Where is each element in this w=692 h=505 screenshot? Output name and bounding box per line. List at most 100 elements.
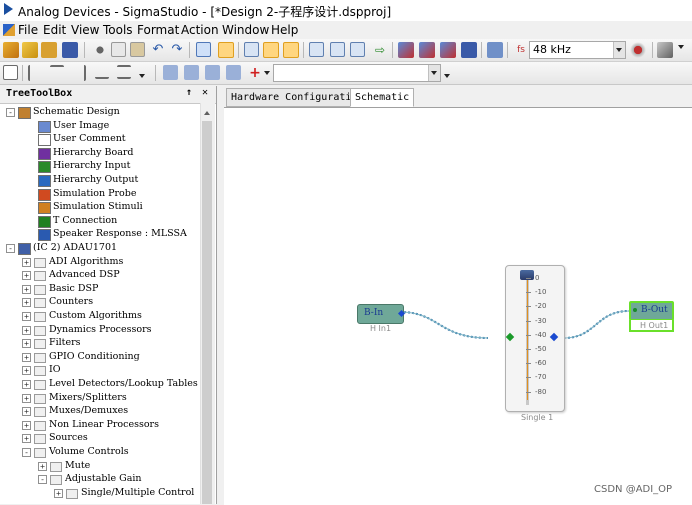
expand-icon[interactable]: +: [22, 271, 31, 281]
collapse-icon[interactable]: -: [6, 244, 15, 253]
main-toolbar: ↶ ↷ ⇨ fs 48 kHz: [0, 39, 692, 62]
font-italic-icon[interactable]: [184, 65, 199, 80]
menu-tools[interactable]: Tools: [103, 23, 133, 37]
menu-view[interactable]: View: [71, 23, 99, 37]
toolbar-overflow-icon[interactable]: [678, 45, 684, 49]
font-color-icon[interactable]: [205, 65, 220, 80]
cut-icon[interactable]: [92, 42, 108, 58]
font-bold-icon[interactable]: [163, 65, 178, 80]
menu-action[interactable]: Action: [181, 23, 219, 37]
align-bottom-icon[interactable]: [95, 65, 109, 79]
tree-item-label: Custom Algorithms: [49, 310, 142, 321]
hierarchy-board-icon: [38, 147, 51, 160]
chevron-down-icon[interactable]: [613, 42, 625, 58]
expand-icon[interactable]: +: [22, 339, 31, 349]
toggle-toolbox-icon[interactable]: [218, 42, 234, 58]
scrollbar-thumb[interactable]: [202, 121, 212, 504]
toolbar-overflow-icon[interactable]: [444, 74, 450, 78]
volume-scale-label: -40: [535, 330, 547, 339]
wire-in-glow: [399, 311, 489, 339]
expand-icon[interactable]: +: [22, 393, 31, 403]
window-tile-icon[interactable]: [309, 42, 324, 57]
open-folder-icon[interactable]: [22, 42, 38, 58]
format-select[interactable]: [273, 64, 441, 82]
tab-hardware-configuration[interactable]: Hardware Configuration: [226, 88, 369, 107]
download-icon[interactable]: [440, 42, 456, 58]
collapse-icon[interactable]: -: [38, 475, 47, 485]
toolbar-overflow-icon[interactable]: [139, 74, 145, 78]
fill-color-icon[interactable]: [226, 65, 241, 80]
wire-in[interactable]: [399, 311, 489, 339]
layout-icon[interactable]: [244, 42, 259, 57]
output-block[interactable]: B-Out: [629, 301, 674, 321]
menu-bar: File Edit View Tools Format Action Windo…: [0, 21, 692, 39]
save-eeprom-icon[interactable]: [461, 42, 477, 58]
link-compile-icon[interactable]: [398, 42, 414, 58]
collapse-icon[interactable]: -: [22, 448, 31, 457]
align-right-icon[interactable]: [72, 65, 86, 81]
expand-icon[interactable]: +: [38, 461, 47, 471]
open-recent-icon[interactable]: [41, 42, 57, 58]
output-pin-icon[interactable]: [633, 308, 637, 312]
add-icon[interactable]: +: [247, 65, 263, 81]
window-stack-icon[interactable]: [350, 42, 365, 57]
menu-format[interactable]: Format: [137, 23, 179, 37]
expand-icon[interactable]: +: [22, 407, 31, 417]
expand-icon[interactable]: +: [22, 420, 31, 430]
menu-window[interactable]: Window: [222, 23, 269, 37]
expand-icon[interactable]: +: [22, 352, 31, 362]
expand-icon[interactable]: +: [22, 380, 31, 389]
distribute-icon[interactable]: [117, 65, 131, 79]
volume-scale-tick: [526, 363, 531, 365]
expand-icon[interactable]: +: [22, 434, 31, 444]
layout-active-icon[interactable]: [263, 42, 279, 58]
paste-icon[interactable]: [130, 42, 145, 57]
layout-active-2-icon[interactable]: [283, 42, 299, 58]
expand-icon[interactable]: +: [22, 312, 31, 321]
tools-icon[interactable]: [657, 42, 673, 58]
chevron-down-icon[interactable]: [428, 65, 440, 81]
save-icon[interactable]: [62, 42, 78, 58]
sample-rate-select[interactable]: 48 kHz: [529, 41, 626, 59]
tab-schematic[interactable]: Schematic: [350, 88, 415, 107]
wires: [399, 310, 630, 339]
volume-scale-label: -10: [535, 288, 547, 297]
expand-icon[interactable]: +: [22, 257, 31, 267]
align-left-icon[interactable]: [28, 65, 42, 81]
link-download-icon[interactable]: [419, 42, 435, 58]
align-icon[interactable]: [3, 65, 18, 80]
menu-file[interactable]: File: [18, 23, 38, 37]
tree-item-label: Advanced DSP: [49, 269, 120, 281]
close-icon[interactable]: ✕: [202, 87, 208, 98]
scroll-up-icon[interactable]: [204, 111, 210, 115]
expand-icon[interactable]: +: [54, 488, 63, 498]
expand-icon[interactable]: +: [22, 284, 31, 294]
compile-icon[interactable]: ⇨: [372, 42, 388, 58]
collapse-icon[interactable]: -: [6, 108, 15, 117]
schematic-canvas[interactable]: B-In H In1 0 -10 -20 -30 -40 -50 -60 -70 -80 Sin…: [224, 107, 692, 505]
wire-out-glow: [563, 310, 630, 339]
view-panel-icon[interactable]: [196, 42, 211, 57]
settings-gear-icon[interactable]: [630, 42, 646, 58]
document-icon[interactable]: [3, 24, 15, 36]
input-pin-icon[interactable]: [397, 309, 406, 318]
add-dropdown-icon[interactable]: [264, 71, 270, 75]
expand-icon[interactable]: +: [22, 325, 31, 335]
pin-icon[interactable]: ↑: [186, 87, 192, 98]
input-block[interactable]: B-In: [357, 304, 406, 324]
undo-icon[interactable]: ↶: [150, 42, 166, 58]
output-block-label: B-Out: [641, 305, 668, 315]
copy-icon[interactable]: [111, 42, 126, 57]
redo-icon[interactable]: ↷: [169, 42, 185, 58]
window-split-icon[interactable]: [330, 42, 345, 57]
align-top-icon[interactable]: [50, 65, 64, 79]
menu-edit[interactable]: Edit: [43, 23, 66, 37]
hierarchy-icon[interactable]: [487, 42, 503, 58]
expand-icon[interactable]: +: [22, 366, 31, 376]
volume-scale-tick: [526, 349, 531, 350]
menu-help[interactable]: Help: [271, 23, 298, 37]
new-project-icon[interactable]: [3, 42, 19, 58]
expand-icon[interactable]: +: [22, 298, 31, 308]
toolbar-separator: [507, 42, 508, 58]
folder-icon: [34, 257, 46, 268]
